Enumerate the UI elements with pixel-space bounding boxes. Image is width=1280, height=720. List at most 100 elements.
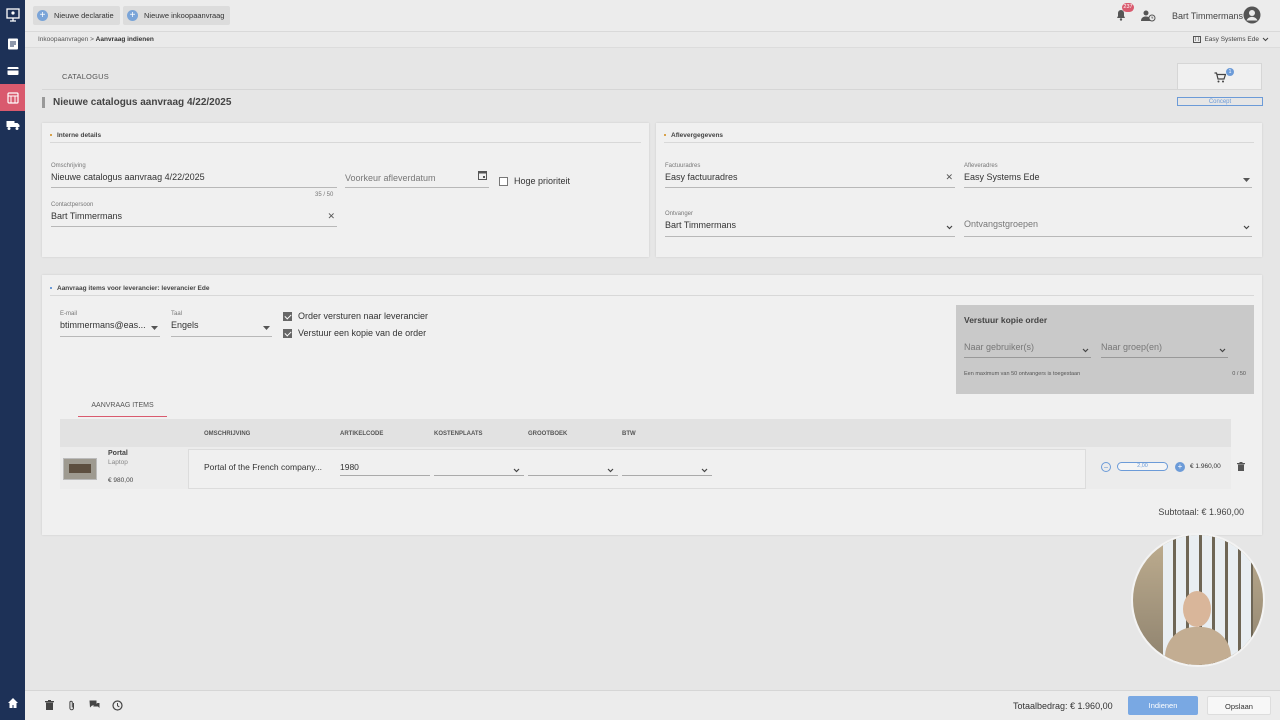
paperclip-icon[interactable] bbox=[68, 700, 76, 713]
plus-icon: + bbox=[37, 10, 48, 21]
column-header: OMSCHRIJVING bbox=[204, 431, 251, 437]
ledger-select[interactable] bbox=[528, 462, 618, 476]
checkbox-box[interactable] bbox=[283, 311, 292, 321]
avatar[interactable] bbox=[1243, 6, 1261, 26]
to-group-placeholder: Naar groep(en) bbox=[1101, 342, 1163, 352]
tab-aanvraag-items[interactable]: AANVRAAG ITEMS bbox=[78, 399, 167, 417]
breadcrumb-bar: Inkoopaanvragen > Aanvraag indienen Easy… bbox=[25, 32, 1280, 48]
send-copy-checkbox[interactable]: Verstuur een kopie van de order bbox=[283, 328, 426, 338]
top-bar: + Nieuwe declaratie + Nieuwe inkoopaanvr… bbox=[25, 0, 1280, 32]
checkbox-box[interactable] bbox=[283, 328, 292, 338]
card-icon[interactable] bbox=[0, 57, 25, 84]
contact-field[interactable]: Contactpersoon Bart Timmermans ✕ bbox=[51, 202, 337, 227]
description-label: Omschrijving bbox=[51, 163, 86, 169]
user-name[interactable]: Bart Timmermans bbox=[1172, 11, 1243, 21]
history-icon[interactable] bbox=[112, 700, 123, 713]
users-clock-icon[interactable] bbox=[1140, 8, 1156, 26]
to-user-select[interactable]: Naar gebruiker(s) bbox=[964, 339, 1091, 358]
document-list-icon[interactable] bbox=[0, 30, 25, 57]
description-input[interactable]: Portal of the French company... bbox=[204, 462, 338, 476]
caret-down-icon bbox=[1243, 174, 1250, 184]
receiver-select[interactable]: Ontvanger Bart Timmermans bbox=[665, 211, 955, 237]
invoice-address-field[interactable]: Factuuradres Easy factuuradres ✕ bbox=[665, 163, 955, 188]
tab-catalogus[interactable]: CATALOGUS bbox=[62, 72, 109, 81]
email-select[interactable]: E-mail btimmermans@eas... bbox=[60, 311, 160, 337]
new-declaration-button[interactable]: + Nieuwe declaratie bbox=[33, 6, 120, 25]
chevron-down-icon bbox=[1082, 345, 1089, 355]
chat-icon[interactable] bbox=[89, 700, 100, 712]
total-amount: Totaalbedrag: € 1.960,00 bbox=[1013, 701, 1113, 711]
delivery-address-select[interactable]: Afleveradres Easy Systems Ede bbox=[964, 163, 1252, 188]
home-icon[interactable] bbox=[0, 689, 25, 716]
checkbox-box[interactable] bbox=[499, 176, 508, 186]
cart-icon bbox=[1214, 72, 1226, 83]
delivery-date-field[interactable]: Voorkeur afleverdatum bbox=[345, 165, 489, 188]
copy-order-panel: Verstuur kopie order Naar gebruiker(s) N… bbox=[956, 305, 1254, 394]
breadcrumb: Inkoopaanvragen > Aanvraag indienen bbox=[38, 36, 154, 43]
line-total: € 1.960,00 bbox=[1190, 463, 1221, 470]
new-declaration-label: Nieuwe declaratie bbox=[54, 11, 114, 20]
quantity-input[interactable]: 2,00 bbox=[1117, 462, 1168, 471]
clear-icon[interactable]: ✕ bbox=[327, 211, 335, 222]
subtotal: Subtotaal: € 1.960,00 bbox=[1158, 507, 1244, 517]
bottom-action-bar: Totaalbedrag: € 1.960,00 Indienen Opslaa… bbox=[25, 690, 1280, 720]
chevron-down-icon bbox=[946, 222, 953, 232]
language-select[interactable]: Taal Engels bbox=[171, 311, 272, 337]
high-priority-checkbox[interactable]: Hoge prioriteit bbox=[499, 176, 570, 186]
cart-tab[interactable]: 1 bbox=[1177, 63, 1262, 89]
column-header: BTW bbox=[622, 431, 636, 437]
breadcrumb-parent[interactable]: Inkoopaanvragen bbox=[38, 36, 88, 43]
table-row: Portal Laptop € 980,00 Portal of the Fre… bbox=[60, 447, 1231, 489]
chevron-down-icon bbox=[513, 465, 520, 475]
chevron-down-icon bbox=[607, 465, 614, 475]
vat-select[interactable] bbox=[622, 462, 712, 476]
description-field[interactable]: Omschrijving Nieuwe catalogus aanvraag 4… bbox=[51, 163, 337, 188]
title-marker bbox=[42, 97, 45, 108]
building-icon bbox=[1193, 36, 1202, 43]
items-table-header: OMSCHRIJVING ARTIKELCODE KOSTENPLAATS GR… bbox=[60, 419, 1231, 447]
divider bbox=[50, 142, 641, 143]
divider bbox=[50, 295, 1254, 296]
supplier-items-heading: Aanvraag items voor leverancier: leveran… bbox=[50, 285, 209, 292]
to-group-select[interactable]: Naar groep(en) bbox=[1101, 339, 1228, 358]
description-value: Nieuwe catalogus aanvraag 4/22/2025 bbox=[51, 172, 205, 182]
truck-icon[interactable] bbox=[0, 111, 25, 138]
status-badge: Concept bbox=[1177, 97, 1263, 106]
cart-count-badge: 1 bbox=[1226, 68, 1234, 76]
store-icon[interactable] bbox=[0, 84, 25, 111]
invoice-address-value: Easy factuuradres bbox=[665, 172, 738, 182]
page-title: Nieuwe catalogus aanvraag 4/22/2025 bbox=[53, 97, 232, 108]
product-category: Laptop bbox=[108, 459, 128, 466]
company-selector[interactable]: Easy Systems Ede bbox=[1193, 36, 1269, 43]
app-logo-icon[interactable] bbox=[0, 0, 25, 30]
clear-icon[interactable]: ✕ bbox=[945, 172, 953, 183]
article-code-input[interactable]: 1980 bbox=[340, 462, 430, 476]
column-header: GROOTBOEK bbox=[528, 431, 568, 437]
internal-details-card: Interne details Omschrijving Nieuwe cata… bbox=[42, 123, 649, 257]
calendar-icon[interactable] bbox=[478, 170, 487, 182]
submit-button[interactable]: Indienen bbox=[1128, 696, 1198, 715]
product-price: € 980,00 bbox=[108, 477, 134, 484]
delivery-address-value: Easy Systems Ede bbox=[964, 172, 1040, 182]
receiver-groups-placeholder: Ontvangstgroepen bbox=[964, 219, 1039, 229]
high-priority-label: Hoge prioriteit bbox=[514, 176, 571, 186]
delivery-address-label: Afleveradres bbox=[964, 163, 998, 169]
delete-row-icon[interactable] bbox=[1237, 462, 1245, 473]
new-purchase-request-button[interactable]: + Nieuwe inkoopaanvraag bbox=[123, 6, 231, 25]
increase-quantity-button[interactable]: + bbox=[1175, 462, 1185, 472]
recipient-counter: 0 / 50 bbox=[1232, 371, 1246, 377]
receiver-groups-select[interactable]: Ontvangstgroepen bbox=[964, 211, 1252, 237]
decrease-quantity-button[interactable]: − bbox=[1101, 462, 1111, 472]
internal-details-heading: Interne details bbox=[50, 132, 101, 139]
tab-divider bbox=[42, 89, 1262, 90]
send-order-checkbox[interactable]: Order versturen naar leverancier bbox=[283, 311, 428, 321]
caret-down-icon bbox=[263, 322, 270, 332]
invoice-address-label: Factuuradres bbox=[665, 163, 701, 169]
cost-center-select[interactable] bbox=[434, 462, 524, 476]
chevron-down-icon bbox=[701, 465, 708, 475]
chevron-down-icon bbox=[1262, 37, 1269, 42]
save-button[interactable]: Opslaan bbox=[1207, 696, 1271, 715]
breadcrumb-current: Aanvraag indienen bbox=[95, 36, 154, 43]
language-label: Taal bbox=[171, 311, 183, 317]
trash-icon[interactable] bbox=[45, 700, 54, 712]
